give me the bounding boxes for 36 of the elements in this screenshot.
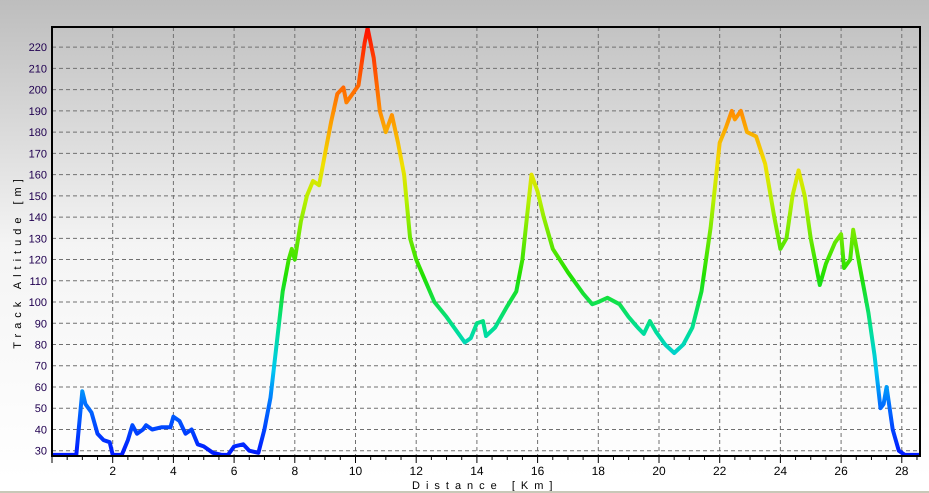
y-tick-label: 110 [29,276,47,288]
x-tick-label: 2 [109,464,116,478]
x-tick-label: 12 [410,464,423,478]
y-tick-label: 170 [28,148,47,160]
x-tick-label: 8 [291,464,298,478]
x-tick-label: 4 [170,464,177,478]
x-tick-label: 28 [895,464,908,478]
y-tick-label: 80 [34,340,47,352]
y-tick-label: 120 [28,254,47,267]
y-tick-label: 30 [34,446,47,458]
x-tick-label: 10 [348,464,362,478]
y-tick-label: 190 [28,106,47,118]
y-tick-label: 50 [34,403,47,416]
x-tick-label: 20 [652,464,666,478]
y-axis-title: Track Altitude [m] [12,174,24,349]
y-tick-label: 150 [28,190,47,203]
y-tick-label: 40 [34,424,47,436]
x-tick-label: 16 [530,464,544,478]
y-tick-label: 140 [28,212,47,224]
y-tick-label: 200 [28,84,47,97]
y-tick-label: 60 [34,382,47,394]
y-tick-label: 220 [28,42,47,54]
y-tick-label: 100 [28,297,47,310]
y-tick-label: 180 [28,127,47,140]
x-tick-label: 6 [230,464,238,478]
y-tick-label: 210 [28,63,47,76]
x-tick-label: 18 [592,464,605,478]
y-tick-label: 70 [34,360,47,373]
x-tick-label: 24 [774,464,788,478]
x-tick-label: 22 [713,464,726,478]
x-axis-title: Distance [Km] [412,480,558,491]
y-tick-label: 130 [28,233,47,246]
y-tick-label: 90 [34,318,47,330]
x-tick-label: 14 [470,464,484,478]
x-tick-label: 26 [834,464,848,478]
y-tick-label: 160 [28,170,47,182]
